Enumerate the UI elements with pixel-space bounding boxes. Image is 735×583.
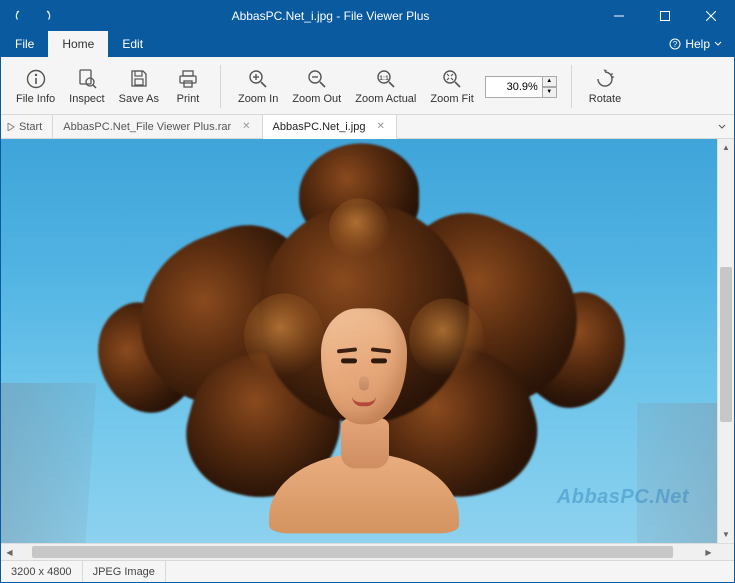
tab-label: AbbasPC.Net_i.jpg [273,121,366,133]
zoom-fit-button[interactable]: Zoom Fit [423,59,480,114]
statusbar: 3200 x 4800 JPEG Image [1,560,734,582]
back-button[interactable] [13,8,29,24]
menu-edit[interactable]: Edit [108,31,157,57]
print-label: Print [177,93,200,105]
background-building [637,403,717,543]
zoom-actual-icon: 1:1 [375,68,397,90]
image-canvas[interactable]: AbbasPC.Net [1,139,717,543]
start-label: Start [19,121,42,133]
document-tab[interactable]: AbbasPC.Net_i.jpg ✕ [263,115,397,139]
forward-button[interactable] [37,8,53,24]
save-as-button[interactable]: Save As [112,59,166,114]
rotate-button[interactable]: Rotate [582,59,628,114]
zoom-actual-button[interactable]: 1:1 Zoom Actual [348,59,423,114]
menu-home[interactable]: Home [48,31,108,57]
chevron-down-icon [718,123,726,131]
menubar: File Home Edit ? Help [1,31,734,57]
document-tabbar: Start AbbasPC.Net_File Viewer Plus.rar ✕… [1,115,734,139]
scroll-track[interactable] [18,544,700,560]
tabbar-overflow[interactable] [397,115,734,138]
start-tab[interactable]: Start [1,115,53,138]
scroll-left-button[interactable]: ◀ [1,544,18,560]
horizontal-scrollbar[interactable]: ◀ ▶ [1,543,734,560]
inspect-label: Inspect [69,93,104,105]
document-tab[interactable]: AbbasPC.Net_File Viewer Plus.rar ✕ [53,115,262,138]
zoom-in-icon [247,68,269,90]
help-icon: ? [669,38,681,50]
zoom-input-group: ▲ ▼ [485,59,557,114]
play-icon [7,123,15,131]
inspect-icon [76,68,98,90]
ribbon-toolbar: File Info Inspect Save As Print Zoom In … [1,57,734,115]
scroll-thumb[interactable] [720,267,732,422]
zoom-fit-label: Zoom Fit [430,93,473,105]
scroll-up-button[interactable]: ▲ [718,139,734,156]
maximize-button[interactable] [642,1,688,31]
rotate-label: Rotate [589,93,621,105]
zoom-out-label: Zoom Out [292,93,341,105]
info-icon [25,68,47,90]
image-subject [99,143,619,523]
save-as-label: Save As [119,93,159,105]
watermark-text: AbbasPC.Net [557,486,689,509]
svg-text:?: ? [673,40,678,49]
zoom-spin-down[interactable]: ▼ [543,87,557,98]
svg-text:1:1: 1:1 [379,75,389,82]
rotate-icon [594,68,616,90]
tab-label: AbbasPC.Net_File Viewer Plus.rar [63,121,231,133]
zoom-out-icon [306,68,328,90]
viewer-wrap: AbbasPC.Net ▲ ▼ ◀ ▶ [1,139,734,560]
chevron-down-icon [714,40,722,48]
print-button[interactable]: Print [166,59,210,114]
menu-file[interactable]: File [1,31,48,57]
tab-close-button[interactable]: ✕ [239,120,253,133]
help-label: Help [685,37,710,51]
titlebar: AbbasPC.Net_i.jpg - File Viewer Plus [1,1,734,31]
print-icon [177,68,199,90]
save-icon [128,68,150,90]
zoom-fit-icon [441,68,463,90]
zoom-in-button[interactable]: Zoom In [231,59,285,114]
zoom-out-button[interactable]: Zoom Out [285,59,348,114]
file-info-label: File Info [16,93,55,105]
help-menu[interactable]: ? Help [657,31,734,57]
minimize-button[interactable] [596,1,642,31]
ribbon-separator [571,65,572,108]
vertical-scrollbar[interactable]: ▲ ▼ [717,139,734,543]
scroll-right-button[interactable]: ▶ [700,544,717,560]
scroll-down-button[interactable]: ▼ [718,526,734,543]
scroll-track[interactable] [718,156,734,526]
tab-close-button[interactable]: ✕ [374,120,388,133]
zoom-value-input[interactable] [485,76,543,98]
scroll-corner [717,544,734,560]
status-dimensions: 3200 x 4800 [1,561,83,582]
zoom-actual-label: Zoom Actual [355,93,416,105]
viewer: AbbasPC.Net ▲ ▼ [1,139,734,543]
file-info-button[interactable]: File Info [9,59,62,114]
zoom-in-label: Zoom In [238,93,278,105]
status-format: JPEG Image [83,561,166,582]
window-title: AbbasPC.Net_i.jpg - File Viewer Plus [65,9,596,23]
ribbon-separator [220,65,221,108]
zoom-spin-up[interactable]: ▲ [543,76,557,87]
background-building [1,383,97,543]
close-button[interactable] [688,1,734,31]
scroll-thumb[interactable] [32,546,673,558]
inspect-button[interactable]: Inspect [62,59,111,114]
